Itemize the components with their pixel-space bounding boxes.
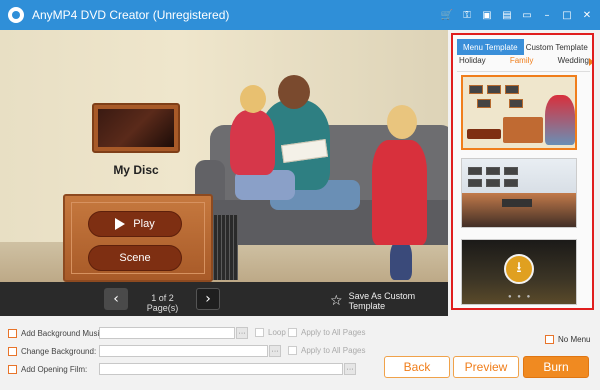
thumb-frame (486, 179, 500, 187)
document-icon[interactable]: ▤ (500, 8, 514, 22)
thumb-frame (469, 85, 483, 94)
loop-option[interactable]: Loop (255, 328, 286, 337)
apply-all-music-option[interactable]: Apply to All Pages (288, 328, 365, 337)
opening-film-label: Add Opening Film: (21, 364, 88, 374)
burn-button[interactable]: Burn (523, 356, 589, 378)
change-bg-browse-button[interactable]: ··· (269, 345, 281, 357)
scene-label: Scene (119, 252, 151, 264)
app-window: AnyMP4 DVD Creator (Unregistered) 🛒 ⚿ ▣ … (0, 0, 600, 390)
lock-icon[interactable]: ▣ (480, 8, 494, 22)
key-icon[interactable]: ⚿ (460, 8, 474, 22)
thumb-nav-bar (502, 199, 532, 207)
thumb-frame (468, 179, 482, 187)
page-info: 1 of 2 Page(s) (146, 293, 179, 313)
download-icon[interactable]: ⭳ (504, 254, 534, 284)
apply-all-bg-checkbox[interactable] (288, 346, 297, 355)
loop-label: Loop (268, 328, 286, 337)
change-bg-option[interactable]: Change Background: (8, 344, 96, 358)
thumb-frame (505, 85, 519, 94)
thumb-cabinet (503, 117, 543, 143)
tab-custom-template[interactable]: Custom Template (524, 39, 591, 55)
girl-figure-legs (390, 240, 412, 280)
star-icon: ☆ (330, 293, 343, 309)
template-panel: Menu Template Custom Template Holiday Fa… (451, 33, 594, 310)
thumb-frame (487, 85, 501, 94)
template-thumbnail-1[interactable] (461, 75, 577, 150)
preview-button[interactable]: Preview (453, 356, 519, 378)
apply-all-music-checkbox[interactable] (288, 328, 297, 337)
apply-all-bg-label: Apply to All Pages (301, 346, 366, 355)
bg-music-field[interactable] (99, 327, 235, 339)
category-holiday[interactable]: Holiday (459, 56, 486, 70)
play-label: Play (133, 218, 155, 230)
child-figure-head (240, 85, 266, 113)
apply-all-bg-option[interactable]: Apply to All Pages (288, 346, 365, 355)
app-logo-icon (8, 7, 24, 23)
thumb-dots: ● ● ● (508, 294, 533, 300)
child-figure-body (230, 110, 275, 175)
thumb-frame (504, 167, 518, 175)
category-wedding[interactable]: Wedding (558, 56, 589, 70)
thumb-frame (509, 99, 523, 108)
change-bg-checkbox[interactable] (8, 346, 17, 356)
thumb-frame (504, 179, 518, 187)
thumb-nav-bar (467, 129, 501, 139)
opening-film-field[interactable] (99, 363, 343, 375)
app-title: AnyMP4 DVD Creator (Unregistered) (32, 8, 230, 22)
girl-figure (372, 140, 427, 245)
bg-music-checkbox[interactable] (8, 328, 17, 338)
cart-icon[interactable]: 🛒 (440, 8, 454, 22)
maximize-icon[interactable]: □ (560, 8, 574, 22)
thumb-frame (486, 167, 500, 175)
options-area: Add Background Music: ··· Loop Apply to … (0, 316, 600, 390)
girl-figure-head (387, 105, 417, 139)
tab-menu-template[interactable]: Menu Template (457, 39, 524, 55)
bg-music-browse-button[interactable]: ··· (236, 327, 248, 339)
category-family[interactable]: Family (510, 56, 534, 70)
records-stack (210, 215, 238, 280)
next-page-button[interactable]: › (196, 288, 220, 310)
titlebar-controls: 🛒 ⚿ ▣ ▤ ▭ – □ ✕ (440, 0, 594, 30)
opening-film-option[interactable]: Add Opening Film: (8, 362, 87, 376)
no-menu-checkbox[interactable] (545, 335, 554, 344)
template-thumbnail-2[interactable] (461, 158, 577, 228)
feedback-icon[interactable]: ▭ (520, 8, 534, 22)
template-tabs: Menu Template Custom Template (457, 39, 590, 55)
loop-checkbox[interactable] (255, 328, 264, 337)
thumb-frame (468, 167, 482, 175)
thumb-frame (477, 99, 491, 108)
close-icon[interactable]: ✕ (580, 8, 594, 22)
play-button[interactable]: Play (88, 211, 182, 237)
save-custom-template-button[interactable]: ☆ Save As Custom Template (330, 291, 448, 311)
thumb-people (545, 95, 575, 145)
minimize-icon[interactable]: – (540, 8, 554, 22)
mother-figure-head (278, 75, 310, 109)
opening-film-checkbox[interactable] (8, 364, 17, 374)
divider (457, 71, 590, 72)
category-next-arrow-icon[interactable] (589, 58, 592, 66)
pager-bar: ‹ 1 of 2 Page(s) › ☆ Save As Custom Temp… (0, 282, 448, 316)
opening-film-browse-button[interactable]: ··· (344, 363, 356, 375)
menu-preview: My Disc Play Scene (0, 30, 448, 282)
no-menu-option[interactable]: No Menu (545, 335, 590, 344)
change-bg-label: Change Background: (21, 346, 97, 356)
title-bar: AnyMP4 DVD Creator (Unregistered) 🛒 ⚿ ▣ … (0, 0, 600, 30)
scene-button[interactable]: Scene (88, 245, 182, 271)
menu-thumbnail-frame[interactable] (92, 103, 180, 153)
change-bg-field[interactable] (99, 345, 268, 357)
back-button[interactable]: Back (384, 356, 450, 378)
play-icon (115, 218, 126, 230)
template-thumbnail-3[interactable]: ⭳ ● ● ● (461, 239, 577, 305)
disc-title[interactable]: My Disc (90, 163, 182, 177)
apply-all-music-label: Apply to All Pages (301, 328, 366, 337)
no-menu-label: No Menu (558, 335, 591, 344)
bg-music-option[interactable]: Add Background Music: (8, 326, 106, 340)
prev-page-button[interactable]: ‹ (104, 288, 128, 310)
save-template-label: Save As Custom Template (348, 291, 416, 311)
template-categories: Holiday Family Wedding (459, 56, 589, 70)
bg-music-label: Add Background Music: (21, 328, 106, 338)
menu-thumbnail (98, 109, 174, 147)
